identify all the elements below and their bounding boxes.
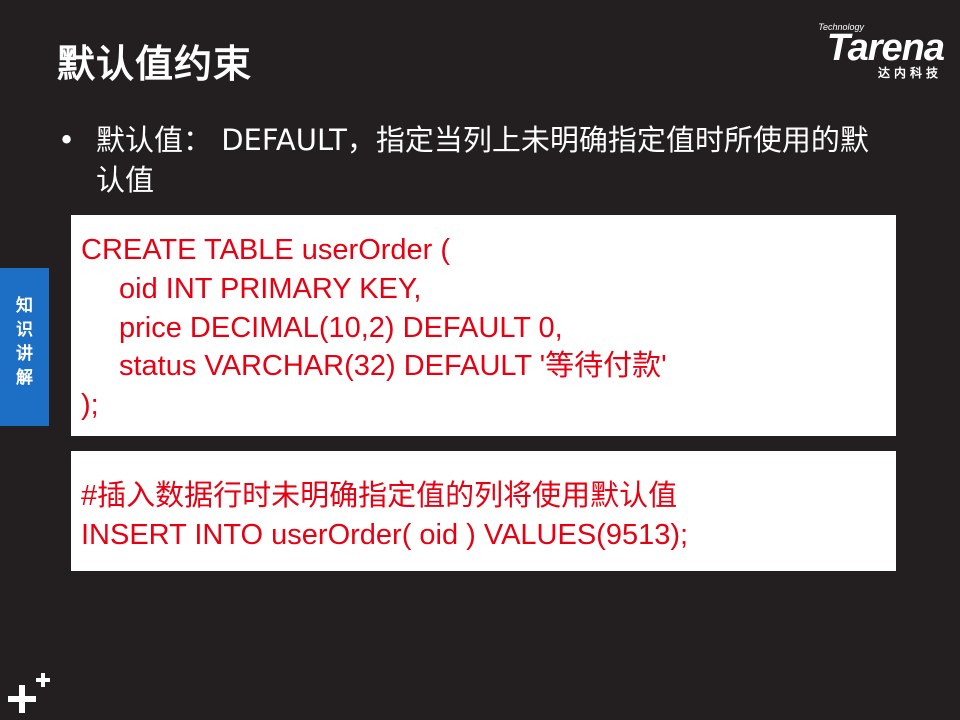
- tarena-logo: Technology Tarena 达内科技: [776, 22, 945, 84]
- bullet-point: • 默认值： DEFAULT，指定当列上未明确指定值时所使用的默认值: [58, 120, 888, 200]
- code-line: #插入数据行时未明确指定值的列将使用默认值: [81, 480, 678, 512]
- code-line: status VARCHAR(32) DEFAULT '等待付款': [119, 350, 667, 383]
- side-tab-label: 知 识 讲 解: [0, 294, 49, 390]
- code-block-create-table: CREATE TABLE userOrder ( oid INT PRIMARY…: [71, 215, 896, 436]
- side-tab-char: 知: [16, 296, 33, 316]
- knowledge-explanation-tab: 知 识 讲 解: [0, 268, 49, 426]
- bullet-dot: •: [58, 123, 76, 157]
- bullet-text: 默认值： DEFAULT，指定当列上未明确指定值时所使用的默认值: [96, 123, 869, 197]
- code-block-insert: #插入数据行时未明确指定值的列将使用默认值 INSERT INTO userOr…: [71, 451, 896, 571]
- code-line: );: [81, 389, 99, 422]
- logo-tagline-text: 达内科技: [877, 66, 942, 80]
- code-line: INSERT INTO userOrder( oid ) VALUES(9513…: [81, 518, 689, 551]
- side-tab-char: 解: [16, 368, 33, 388]
- side-tab-char: 讲: [16, 344, 33, 364]
- logo-brand-text: Tarena: [826, 27, 945, 69]
- side-tab-char: 识: [16, 320, 33, 340]
- code-line: CREATE TABLE userOrder (: [81, 234, 451, 266]
- code-line: price DECIMAL(10,2) DEFAULT 0,: [119, 311, 563, 344]
- slide-title: 默认值约束: [57, 42, 253, 86]
- plus-plus-icon: [8, 673, 50, 713]
- code-line: oid INT PRIMARY KEY,: [119, 272, 422, 305]
